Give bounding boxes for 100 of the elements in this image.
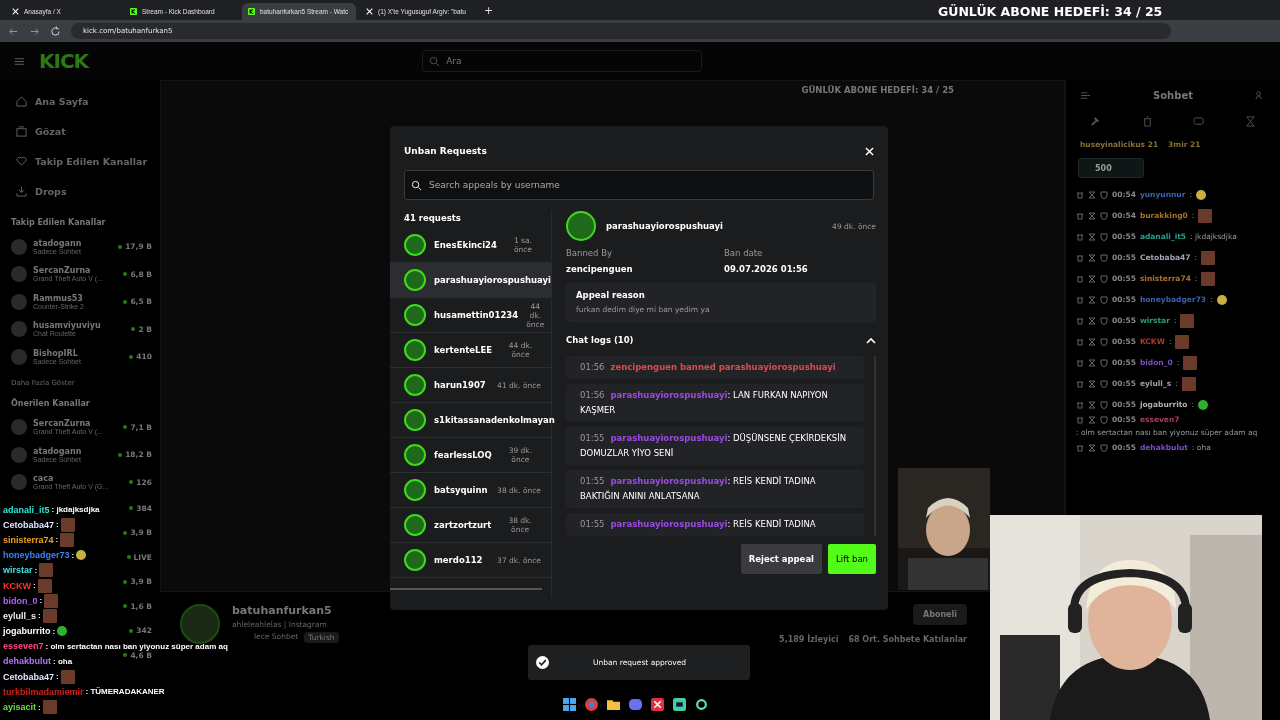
field-value: zencipenguen — [566, 264, 634, 274]
emote-icon — [1216, 294, 1227, 305]
menu-icon[interactable] — [14, 55, 25, 67]
trash-icon[interactable] — [1076, 190, 1084, 199]
ring-icon[interactable] — [695, 698, 708, 711]
reload-icon[interactable] — [50, 25, 61, 37]
avatar — [11, 293, 27, 310]
shield-icon[interactable] — [1100, 316, 1108, 325]
app-icon[interactable] — [673, 698, 686, 711]
browser-icon[interactable] — [585, 698, 598, 711]
channel-name[interactable]: atadogann — [33, 238, 113, 248]
username: parashuayiorospushuayi — [606, 221, 724, 231]
avatar — [404, 409, 426, 431]
chat-username: adanali_it5 — [3, 504, 50, 515]
trash-icon[interactable] — [1076, 337, 1084, 346]
close-button[interactable] — [862, 144, 876, 158]
hourglass-icon[interactable] — [1088, 358, 1096, 367]
subscribe-button[interactable]: Aboneli — [912, 604, 967, 625]
card-title: Appeal reason — [576, 290, 646, 300]
trash-icon[interactable] — [1076, 443, 1084, 452]
chat-log-entry: 01:55 parashuayiorospushuayi: REİS KENDİ TADINA BAKTIĞIN ANINI ANLATSANA — [566, 470, 864, 508]
chat-app-icon[interactable] — [629, 698, 642, 711]
nav-item[interactable]: Ana Sayfa — [8, 86, 152, 116]
trash-icon[interactable] — [1076, 274, 1084, 283]
nav-item[interactable]: Takip Edilen Kanallar — [8, 146, 152, 176]
reject-appeal-button[interactable]: Reject appeal — [740, 544, 823, 574]
trash-icon[interactable] — [1076, 379, 1084, 388]
hourglass-icon[interactable] — [1088, 253, 1096, 262]
chat-text: : — [71, 550, 75, 560]
folder-icon[interactable] — [607, 698, 620, 711]
shield-icon[interactable] — [1100, 232, 1108, 241]
channel-name[interactable]: caca — [33, 474, 124, 484]
x-logo-icon — [366, 8, 373, 15]
shield-icon[interactable] — [1100, 337, 1108, 346]
shield-icon[interactable] — [1100, 274, 1108, 283]
trash-icon[interactable] — [1076, 415, 1084, 424]
chat-log-entry: 01:56 zencipenguen banned parashuayiorospushuayi — [566, 356, 864, 379]
hourglass-icon[interactable] — [1088, 211, 1096, 220]
kick-logo[interactable]: KICK — [39, 49, 89, 73]
hourglass-icon[interactable] — [1088, 337, 1096, 346]
search-field[interactable]: Ara — [422, 50, 703, 72]
channel-name[interactable]: BishopIRL — [33, 348, 124, 358]
trash-icon[interactable] — [1076, 295, 1084, 304]
hammer-icon[interactable] — [1090, 115, 1102, 127]
collapse-icon[interactable] — [1080, 89, 1091, 101]
channel-title: batuhanfurkan5 — [232, 604, 333, 617]
hourglass-icon[interactable] — [1088, 232, 1096, 241]
chat-username: honeybadger73 — [3, 550, 70, 561]
trash-icon[interactable] — [1076, 211, 1084, 220]
shield-icon[interactable] — [1100, 443, 1108, 452]
chat-log-entry: 01:56 parashuayiorospushuayi: LAN FURKAN NAPIYON KAŞMER — [566, 384, 864, 422]
hourglass-icon[interactable] — [1088, 190, 1096, 199]
home-icon — [16, 95, 27, 107]
hourglass-icon[interactable] — [1088, 295, 1096, 304]
search-icon — [411, 179, 422, 191]
hourglass-icon[interactable] — [1088, 274, 1096, 283]
nav-item[interactable]: Drops — [8, 176, 152, 206]
chat-username: KCKW — [3, 580, 31, 591]
shield-icon[interactable] — [1100, 190, 1108, 199]
chat-text: : — [33, 581, 36, 591]
trash-icon[interactable] — [1076, 358, 1084, 367]
nav-item[interactable]: Gözat — [8, 116, 152, 146]
channel-name[interactable]: husamviyuviyu — [33, 321, 126, 331]
shield-icon[interactable] — [1100, 253, 1108, 262]
field-label: Ban date — [724, 248, 764, 258]
chat-log-entry: 01:55 parashuayiorospushuayi: REİS KENDİ TADINA — [566, 513, 864, 536]
emote-icon — [1183, 355, 1198, 370]
new-tab-button[interactable]: + — [484, 3, 494, 17]
chat-logs-toggle[interactable]: Chat logs (10) — [566, 330, 876, 350]
x-logo-icon — [12, 8, 19, 15]
chat-icon[interactable] — [1193, 115, 1205, 127]
chat-text: : — [55, 535, 59, 545]
shield-icon[interactable] — [1100, 379, 1108, 388]
shield-icon[interactable] — [1100, 358, 1108, 367]
channel-name[interactable]: atadogann — [33, 446, 113, 456]
trash-icon[interactable] — [1076, 400, 1084, 409]
windows-icon[interactable] — [563, 698, 576, 711]
shield-icon[interactable] — [1100, 295, 1108, 304]
scrollbar[interactable] — [390, 588, 542, 590]
hourglass-icon[interactable] — [1088, 443, 1096, 452]
trash-icon[interactable] — [1076, 253, 1084, 262]
channel-name[interactable]: SercanZurna — [33, 266, 118, 276]
search-field[interactable]: Search appeals by username — [427, 179, 873, 191]
trash-icon[interactable] — [1076, 232, 1084, 241]
hourglass-icon[interactable] — [1088, 316, 1096, 325]
trash-icon[interactable] — [1141, 115, 1153, 127]
field-value: 09.07.2026 01:56 — [724, 264, 809, 274]
avatar — [11, 419, 27, 436]
request-item[interactable]: parashuayiorospushuayi — [390, 263, 551, 298]
channel-name[interactable]: SercanZurna — [33, 419, 118, 429]
search-field[interactable]: Search appeals by username — [404, 170, 874, 200]
emote-icon — [1201, 271, 1216, 286]
hourglass-icon[interactable] — [1088, 379, 1096, 388]
hourglass-icon[interactable] — [1244, 115, 1256, 127]
app-icon[interactable] — [651, 698, 664, 711]
lift-ban-button[interactable]: Lift ban — [828, 544, 876, 574]
trash-icon[interactable] — [1076, 316, 1084, 325]
channel-name[interactable]: Rammus53 — [33, 293, 118, 303]
shield-icon[interactable] — [1100, 211, 1108, 220]
chat-username: dehakbulut — [3, 656, 51, 667]
